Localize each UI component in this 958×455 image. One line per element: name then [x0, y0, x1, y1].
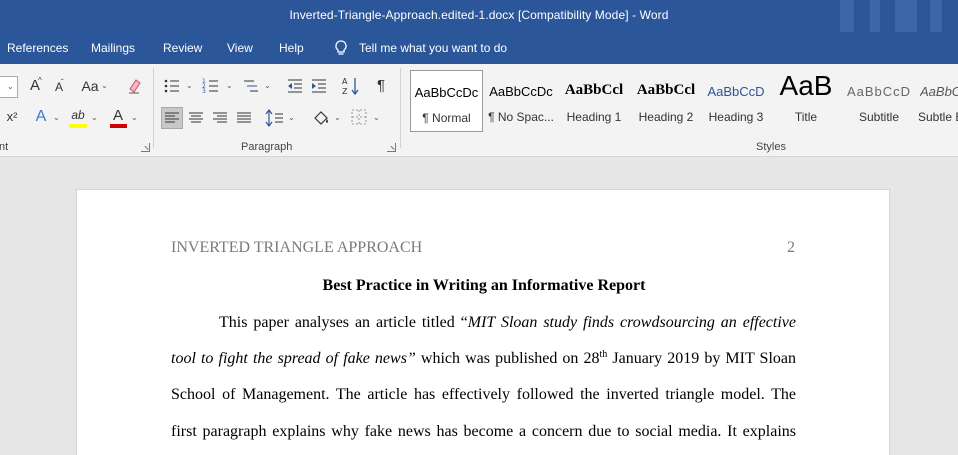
- style-sample: AaBbCcDc: [489, 84, 553, 99]
- font-color-dropdown-icon[interactable]: ⌄: [131, 109, 138, 127]
- style-heading-1[interactable]: AaBbCcl Heading 1: [558, 70, 630, 132]
- page-number: 2: [787, 239, 795, 256]
- multilevel-dropdown-icon[interactable]: ⌄: [264, 77, 271, 95]
- article-title-text: MIT Sloan study finds crowdsourcing an e…: [467, 314, 796, 331]
- style-name: Subtitle: [858, 110, 900, 124]
- align-right-icon[interactable]: [210, 108, 230, 128]
- style-sample: AaBbCcD: [707, 84, 765, 99]
- styles-group-label: Styles: [756, 141, 786, 153]
- style-sample: AaBbCcl: [920, 84, 958, 99]
- change-case-button[interactable]: Aa: [81, 77, 99, 97]
- change-case-dropdown-icon[interactable]: ⌄: [101, 77, 108, 95]
- sort-icon[interactable]: AZ: [342, 76, 360, 96]
- font-group-label: nt: [0, 141, 9, 153]
- line-text: This paper analyses an article titled “: [219, 314, 468, 331]
- svg-text:Z: Z: [342, 87, 348, 96]
- text-effects-dropdown-icon[interactable]: ⌄: [53, 109, 60, 127]
- style-heading-3[interactable]: AaBbCcD Heading 3: [701, 70, 771, 132]
- style-no-spacing[interactable]: AaBbCcDc ¶ No Spac...: [486, 70, 556, 132]
- style-name: Title: [794, 110, 818, 124]
- svg-text:A: A: [342, 77, 348, 86]
- line-text: January 2019 by MIT Sloan: [607, 350, 796, 367]
- style-sample: AaB: [779, 70, 833, 101]
- style-sample: AaBbCcl: [564, 82, 624, 98]
- window-title: Inverted-Triangle-Approach.edited-1.docx…: [289, 8, 669, 22]
- numbering-dropdown-icon[interactable]: ⌄: [226, 77, 233, 95]
- superscript-button[interactable]: x²: [4, 108, 20, 128]
- svg-text:3: 3: [202, 88, 206, 95]
- shading-icon[interactable]: [311, 108, 331, 128]
- font-dialog-launcher[interactable]: [141, 143, 150, 152]
- highlight-button[interactable]: ab: [69, 106, 87, 126]
- borders-dropdown-icon[interactable]: ⌄: [373, 109, 380, 127]
- tab-view[interactable]: View: [227, 41, 253, 55]
- borders-icon[interactable]: [350, 108, 368, 126]
- title-bar: Inverted-Triangle-Approach.edited-1.docx…: [0, 0, 958, 32]
- paragraph-line: tool to fight the spread of fake news” w…: [171, 350, 796, 368]
- numbering-icon[interactable]: 123: [202, 77, 220, 95]
- ribbon-tab-bar: References Mailings Review View Help Tel…: [0, 32, 958, 64]
- style-title[interactable]: AaB Title: [771, 70, 841, 132]
- tab-mailings[interactable]: Mailings: [91, 41, 135, 55]
- style-subtle-emphasis[interactable]: AaBbCcl Subtle E: [915, 70, 958, 132]
- lightbulb-icon: [332, 39, 350, 57]
- paragraph-group-label: Paragraph: [241, 141, 293, 153]
- style-heading-2[interactable]: AaBbCcl Heading 2: [630, 70, 702, 132]
- multilevel-list-icon[interactable]: [242, 77, 260, 95]
- style-normal[interactable]: AaBbCcDc ¶ Normal: [410, 70, 483, 132]
- style-name: Subtle E: [918, 110, 958, 124]
- style-name: Heading 2: [638, 110, 694, 124]
- bullets-dropdown-icon[interactable]: ⌄: [186, 77, 193, 95]
- style-name: Heading 3: [708, 110, 764, 124]
- text-effects-button[interactable]: A: [34, 108, 48, 128]
- ribbon: ⌄ A ^ A ˇ Aa ⌄ x² A ⌄ ab ⌄ A ⌄ nt ⌄ 123 …: [0, 64, 958, 157]
- bullets-icon[interactable]: [163, 77, 181, 95]
- tell-me-text: Tell me what you want to do: [359, 41, 508, 55]
- justify-icon[interactable]: [234, 108, 254, 128]
- article-title-text: tool to fight the spread of fake news”: [171, 350, 416, 367]
- highlight-dropdown-icon[interactable]: ⌄: [91, 109, 98, 127]
- group-separator: [400, 68, 401, 148]
- tab-review[interactable]: Review: [163, 41, 202, 55]
- align-center-icon[interactable]: [186, 108, 206, 128]
- tab-references[interactable]: References: [7, 41, 68, 55]
- group-separator: [153, 68, 154, 148]
- shading-dropdown-icon[interactable]: ⌄: [334, 109, 341, 127]
- style-name: ¶ Normal: [422, 111, 471, 125]
- increase-indent-icon[interactable]: [310, 77, 328, 95]
- line-text: which was published on 28: [415, 350, 600, 367]
- styles-gallery: AaBbCcDc ¶ Normal AaBbCcDc ¶ No Spac... …: [409, 70, 958, 134]
- tab-help[interactable]: Help: [279, 41, 304, 55]
- shrink-font-caret-icon: ˇ: [61, 78, 64, 87]
- style-name: Heading 1: [566, 110, 622, 124]
- font-color-bar: [110, 124, 127, 128]
- line-spacing-dropdown-icon[interactable]: ⌄: [288, 109, 295, 127]
- show-formatting-button[interactable]: ¶: [374, 77, 388, 97]
- style-sample: AaBbCcD: [846, 84, 912, 99]
- clear-formatting-icon[interactable]: [126, 77, 144, 95]
- document-page[interactable]: INVERTED TRIANGLE APPROACH 2 Best Practi…: [76, 189, 890, 455]
- running-head: INVERTED TRIANGLE APPROACH: [171, 239, 423, 256]
- align-left-button[interactable]: [161, 107, 183, 129]
- style-sample: AaBbCcDc: [414, 85, 479, 100]
- highlight-color-bar: [69, 124, 87, 128]
- document-title: Best Practice in Writing an Informative …: [322, 277, 646, 294]
- line-spacing-icon[interactable]: [265, 108, 285, 128]
- grow-font-caret-icon: ^: [38, 76, 42, 85]
- paragraph-line: This paper analyses an article titled “M…: [219, 314, 796, 332]
- decrease-indent-icon[interactable]: [286, 77, 304, 95]
- paragraph-line: first paragraph explains why fake news h…: [171, 423, 796, 440]
- paragraph-dialog-launcher[interactable]: [387, 143, 396, 152]
- style-subtitle[interactable]: AaBbCcD Subtitle: [843, 70, 915, 132]
- font-size-dropdown[interactable]: ⌄: [0, 76, 18, 98]
- style-sample: AaBbCcl: [636, 82, 696, 98]
- style-name: ¶ No Spac...: [488, 110, 554, 124]
- paragraph-line: School of Management. The article has ef…: [171, 386, 796, 403]
